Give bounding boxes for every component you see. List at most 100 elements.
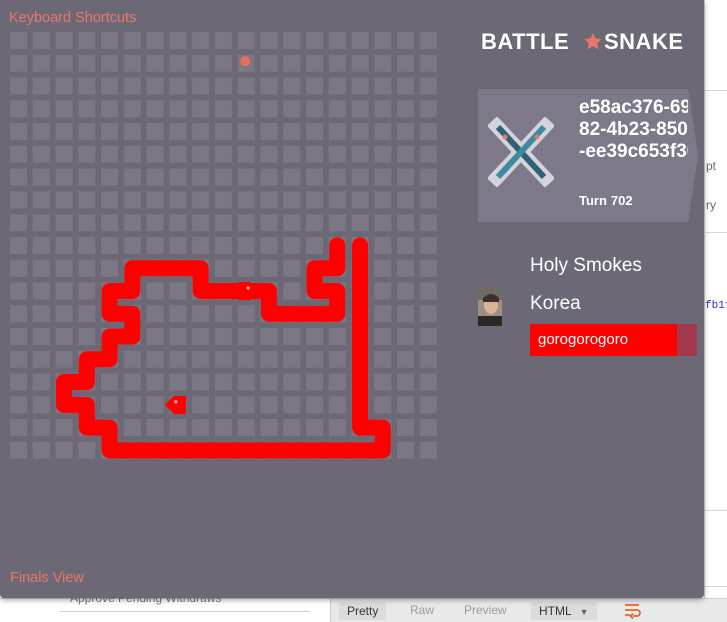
board-cell [192, 32, 210, 49]
battlesnake-cross-icon [488, 117, 554, 187]
board-cell [419, 305, 437, 323]
board-cell [10, 419, 27, 437]
board-cell [32, 259, 50, 277]
board-cell [237, 328, 255, 346]
board-cell [146, 305, 164, 323]
board-cell [192, 214, 210, 232]
board-cell [283, 419, 301, 437]
board-cell [397, 282, 415, 300]
board-cell [419, 282, 437, 300]
board-cell [237, 168, 255, 186]
board-cell [283, 77, 301, 95]
board-cell [374, 191, 392, 209]
board-cell [374, 282, 392, 300]
battlesnake-logo: BATTLE SNAKE [481, 29, 683, 54]
board-cell [374, 32, 392, 49]
board-cell [214, 305, 232, 323]
board-cell [328, 145, 346, 163]
board-cell [32, 191, 50, 209]
board-cell [169, 305, 187, 323]
board-cell [374, 168, 392, 186]
board-cell [260, 145, 278, 163]
board-cell [32, 373, 50, 391]
wrap-lines-icon[interactable] [621, 601, 643, 620]
divider [704, 510, 727, 511]
board-cell [55, 305, 73, 323]
board-cell [169, 191, 187, 209]
board-cell [78, 214, 96, 232]
avatar-photo [478, 288, 502, 326]
board-cell [101, 145, 119, 163]
board-cell [32, 328, 50, 346]
board-cell [306, 145, 324, 163]
board-cell [78, 305, 96, 323]
board-cell [419, 373, 437, 391]
board-cell [169, 282, 187, 300]
board-cell [214, 259, 232, 277]
board-cell [123, 419, 141, 437]
board-cell [55, 328, 73, 346]
board-cell [123, 373, 141, 391]
board-cell [32, 396, 50, 414]
board-cell [192, 123, 210, 141]
board-cell [419, 191, 437, 209]
finals-view-link[interactable]: Finals View [10, 570, 84, 586]
board-cell [397, 441, 415, 459]
board-cell [328, 214, 346, 232]
board-cell [237, 32, 255, 49]
board-cell [397, 54, 415, 72]
board-cell [10, 145, 27, 163]
turn-label: Turn [579, 193, 607, 208]
board-cell [214, 145, 232, 163]
board-cell [10, 282, 27, 300]
board-cell [237, 396, 255, 414]
board-cell [10, 191, 27, 209]
board-cell [260, 236, 278, 254]
board-cell [146, 328, 164, 346]
board-cell [306, 168, 324, 186]
board-cell [260, 168, 278, 186]
board-cell [214, 396, 232, 414]
raw-button[interactable]: Raw [410, 603, 434, 617]
food-pellet [240, 56, 251, 67]
board-cell [374, 305, 392, 323]
board-cell [419, 145, 437, 163]
board-cell [214, 236, 232, 254]
board-cell [78, 123, 96, 141]
board-cell [283, 191, 301, 209]
response-toolbar: Approve Pending Withdraws Pretty Raw Pre… [0, 591, 727, 622]
board-cell [169, 373, 187, 391]
board-cell [419, 77, 437, 95]
board-cell [306, 54, 324, 72]
board-cell [283, 282, 301, 300]
board-cell [283, 328, 301, 346]
board-cell [306, 191, 324, 209]
board-cell [32, 77, 50, 95]
board-cell [260, 259, 278, 277]
board-cell [10, 350, 27, 368]
board-cell [214, 77, 232, 95]
snake-eye [174, 400, 178, 404]
board-cell [123, 191, 141, 209]
board-cell [237, 305, 255, 323]
board-cell [101, 123, 119, 141]
pretty-button[interactable]: Pretty [339, 602, 387, 620]
board-cell [123, 236, 141, 254]
board-cell [419, 396, 437, 414]
board-cell [55, 214, 73, 232]
board-cell [55, 32, 73, 49]
board-cell [192, 168, 210, 186]
board-cell [214, 168, 232, 186]
keyboard-shortcuts-link[interactable]: Keyboard Shortcuts [9, 10, 136, 26]
format-select[interactable]: HTML ▼ [531, 602, 597, 620]
board-cell [169, 100, 187, 118]
board-cell [283, 350, 301, 368]
board-cell [123, 54, 141, 72]
bg-code-text: fb1f [705, 300, 727, 312]
game-id: e58ac376-6982-4b23-850b-ee39c653f30 [579, 97, 700, 162]
board-cell [55, 77, 73, 95]
chevron-down-icon: ▼ [579, 607, 589, 617]
board-cell [146, 419, 164, 437]
board-cell [237, 77, 255, 95]
preview-button[interactable]: Preview [464, 603, 507, 617]
